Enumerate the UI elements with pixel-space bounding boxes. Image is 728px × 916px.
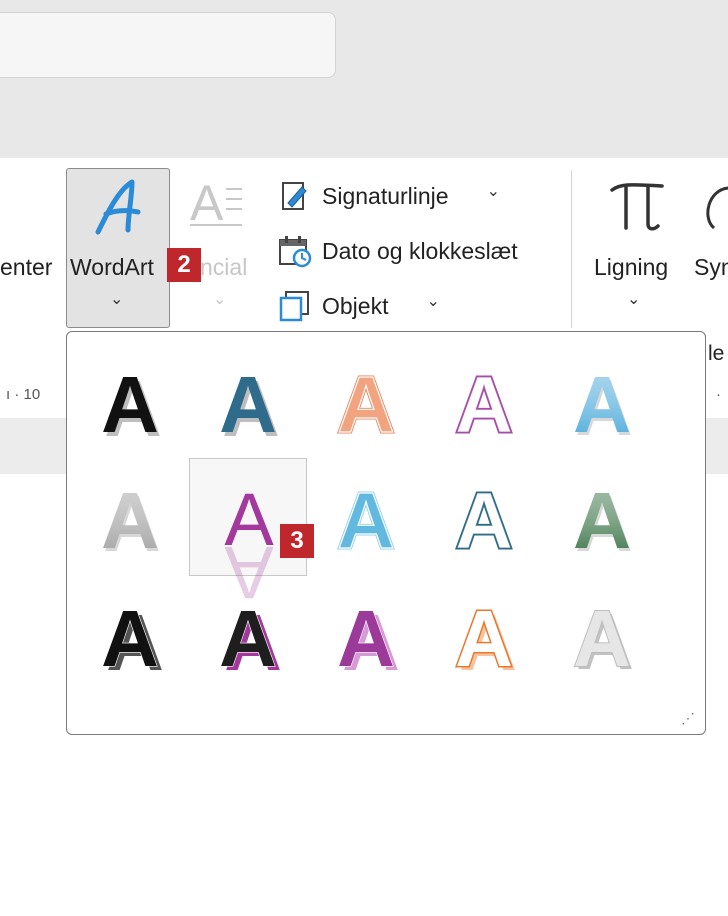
svg-text:A: A xyxy=(337,476,395,565)
symbol-omega-icon xyxy=(706,186,728,230)
ribbon-partial-label-left: enter xyxy=(0,254,53,280)
resize-grip-icon[interactable]: ⋰ xyxy=(681,710,695,727)
wordart-glyph-dark-purple-3d: AA xyxy=(219,593,282,687)
wordart-style-outline-purple[interactable]: AA xyxy=(425,342,543,460)
wordart-style-fill-black-shadow[interactable]: AA xyxy=(71,342,189,460)
wordart-style-outline-teal[interactable]: AA xyxy=(425,458,543,576)
equation-chevron-icon: ⌄ xyxy=(627,291,641,308)
equation-label[interactable]: Ligning xyxy=(594,254,668,281)
wordart-style-purple-3d[interactable]: AA xyxy=(307,576,425,694)
wordart-style-dark-purple-3d[interactable]: AA xyxy=(189,576,307,694)
dropcap-label[interactable]: ncial xyxy=(200,254,247,281)
svg-text:A: A xyxy=(219,360,277,449)
symbol-label[interactable]: Syn xyxy=(694,254,728,281)
wordart-glyph-outline-purple: AA xyxy=(454,359,515,451)
wordart-glyph-light-blue-bevel: AA xyxy=(336,475,397,567)
object-button[interactable]: Objekt ⌄ xyxy=(278,286,440,326)
wordart-style-light-blue-bevel[interactable]: AA xyxy=(307,458,425,576)
svg-text:A: A xyxy=(573,360,631,449)
wordart-glyph-gradient-blue: AAA xyxy=(573,360,633,452)
signature-chevron-icon[interactable]: ⌄ xyxy=(487,184,500,200)
wordart-glyph-orange-outline-3d: AA xyxy=(454,593,517,688)
dropcap-icon: A xyxy=(190,176,242,230)
equation-pi-icon xyxy=(610,183,664,231)
datetime-label: Dato og klokkeslæt xyxy=(322,237,518,264)
wordart-style-fill-blue-shadow[interactable]: AA xyxy=(189,342,307,460)
wordart-style-fill-orange-outline[interactable]: AA xyxy=(307,342,425,460)
wordart-glyph-purple-3d: AA xyxy=(337,593,400,687)
datetime-button[interactable]: Dato og klokkeslæt xyxy=(278,231,518,271)
wordart-style-gradient-blue[interactable]: AAA xyxy=(543,342,661,460)
wordart-style-silver-3d[interactable]: AA xyxy=(543,576,661,694)
wordart-glyph-purple-reflection: AA xyxy=(224,478,274,614)
wordart-glyph-fill-black-shadow: AA xyxy=(101,360,162,453)
wordart-style-gradient-gray[interactable]: AAA xyxy=(71,458,189,576)
svg-text:A: A xyxy=(219,594,277,683)
wordart-style-gradient-green[interactable]: AAA xyxy=(543,458,661,576)
svg-text:A: A xyxy=(455,360,513,449)
title-bar-area xyxy=(0,0,728,158)
wordart-glyph-black-3d: AA xyxy=(101,593,164,687)
step-badge-2: 2 xyxy=(167,248,201,282)
svg-text:A: A xyxy=(101,594,159,683)
svg-text:A: A xyxy=(573,476,631,565)
svg-text:A: A xyxy=(573,594,631,683)
wordart-glyph-outline-teal: AA xyxy=(454,475,515,567)
svg-text:A: A xyxy=(101,476,159,565)
calendar-clock-icon xyxy=(279,236,312,268)
svg-text:A: A xyxy=(337,360,395,449)
signature-label: Signaturlinje xyxy=(322,182,449,209)
signature-icon xyxy=(282,182,307,210)
ribbon-partial-label-right: le xyxy=(708,342,725,365)
wordart-glyph-gradient-gray: AAA xyxy=(101,476,161,568)
wordart-label: WordArt xyxy=(70,254,154,280)
object-icon xyxy=(279,291,309,322)
wordart-style-orange-outline-3d[interactable]: AA xyxy=(425,576,543,694)
wordart-glyph-gradient-green: AAA xyxy=(573,476,633,568)
wordart-glyph-silver-3d: AA xyxy=(572,593,634,686)
wordart-gallery: AAAAAAAAAAAAAAAAAAAAAAAAAAAAAAAAA ⋰ xyxy=(66,331,706,735)
wordart-glyph-fill-orange-outline: AA xyxy=(336,359,397,451)
svg-text:A: A xyxy=(455,594,513,683)
wordart-icon xyxy=(95,179,141,235)
wordart-style-black-3d[interactable]: AA xyxy=(71,576,189,694)
object-chevron-icon[interactable]: ⌄ xyxy=(426,294,439,310)
signature-line-button[interactable]: Signaturlinje ⌄ xyxy=(278,176,500,216)
ruler-mark: · xyxy=(716,386,721,403)
wordart-chevron-icon: ⌄ xyxy=(110,291,124,308)
svg-text:A: A xyxy=(190,176,224,230)
object-label: Objekt xyxy=(322,292,389,319)
step-badge-3: 3 xyxy=(280,524,314,558)
wordart-style-purple-reflection[interactable]: AA xyxy=(189,458,307,614)
dropcap-chevron-icon: ⌄ xyxy=(213,291,227,308)
svg-text:A: A xyxy=(455,476,513,565)
wordart-glyph-fill-blue-shadow: AA xyxy=(219,360,280,453)
svg-text:A: A xyxy=(101,360,159,449)
ruler-text: ı · 10 xyxy=(6,386,41,403)
ribbon-group-separator xyxy=(571,170,572,328)
search-box[interactable] xyxy=(0,12,336,78)
svg-text:A: A xyxy=(337,594,395,683)
